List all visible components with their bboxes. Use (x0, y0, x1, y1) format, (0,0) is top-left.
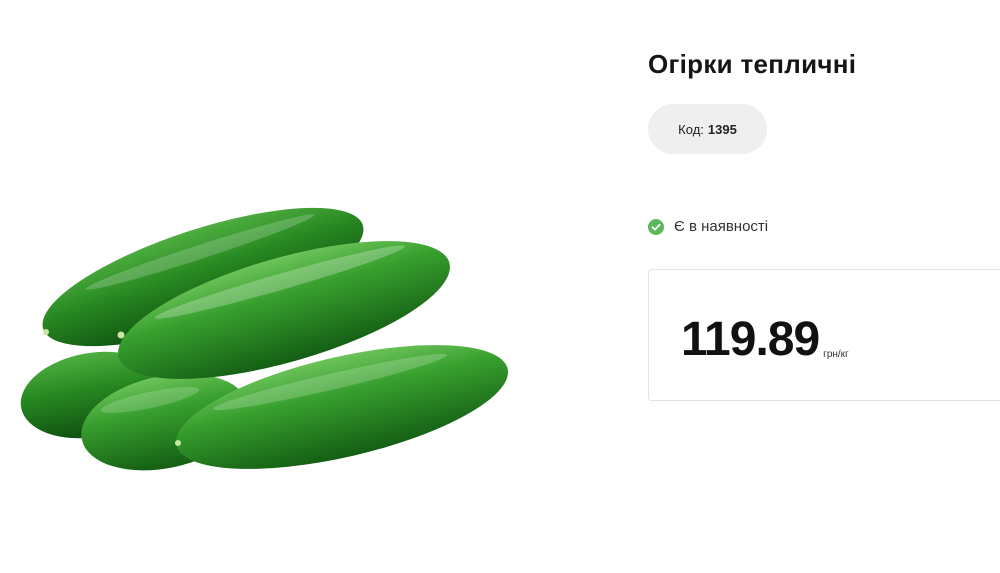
product-code-label: Код: (678, 121, 704, 137)
price-value: 119.89 (681, 313, 820, 366)
product-page: Огірки тепличні Код: 1395 Є в наявності … (0, 0, 1000, 573)
price-box: 119.89 грн/кг (648, 269, 1000, 401)
product-code-value: 1395 (707, 121, 737, 137)
product-code-badge: Код: 1395 (648, 104, 767, 154)
product-details: Огірки тепличні Код: 1395 Є в наявності … (648, 40, 1000, 401)
cucumbers-image (20, 207, 509, 471)
product-image (0, 160, 512, 520)
price: 119.89 грн/кг (681, 313, 849, 366)
check-circle-icon (648, 218, 664, 235)
availability-text: Є в наявності (674, 218, 769, 235)
availability-status: Є в наявності (648, 218, 768, 235)
product-title: Огірки тепличні (648, 49, 857, 79)
price-unit: грн/кг (823, 349, 849, 360)
